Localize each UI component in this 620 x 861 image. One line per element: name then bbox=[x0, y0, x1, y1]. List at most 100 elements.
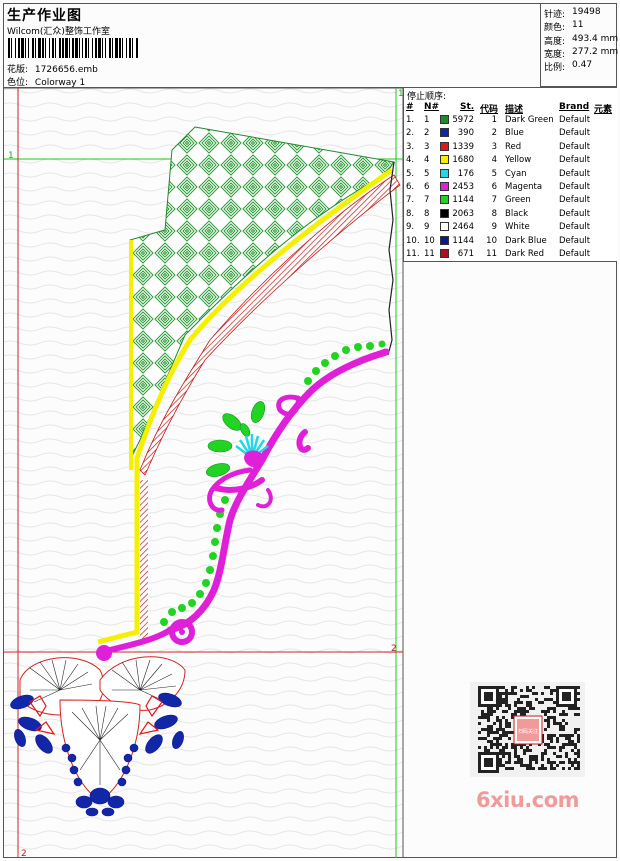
stop-row: 9. 9 2464 9 White Default bbox=[404, 222, 618, 235]
row-index: 11. bbox=[406, 249, 420, 259]
row-needle: 5 bbox=[424, 168, 430, 179]
color-swatch bbox=[440, 249, 449, 258]
row-brand: Default bbox=[559, 222, 591, 233]
row-code: 7 bbox=[491, 195, 497, 206]
column-header: 描述 bbox=[505, 105, 524, 115]
row-code: 10 bbox=[486, 235, 497, 246]
color-swatch bbox=[440, 182, 449, 191]
row-needle: 8 bbox=[424, 208, 430, 219]
row-code: 2 bbox=[491, 128, 497, 139]
row-needle: 2 bbox=[424, 128, 430, 139]
column-header: St. bbox=[460, 102, 475, 112]
row-needle: 11 bbox=[424, 249, 435, 259]
row-brand: Default bbox=[559, 182, 591, 192]
color-swatch bbox=[440, 115, 449, 124]
color-swatch bbox=[440, 222, 449, 232]
row-code: 6 bbox=[491, 182, 497, 192]
row-code: 11 bbox=[486, 249, 497, 259]
row-description: Red bbox=[505, 141, 522, 152]
stop-row: 1. 1 5972 1 Dark Green Default bbox=[404, 115, 618, 128]
guide-label: 1 bbox=[8, 151, 14, 161]
row-stitches: 1680 bbox=[452, 155, 474, 166]
row-brand: Default bbox=[559, 195, 591, 206]
row-brand: Default bbox=[559, 208, 591, 219]
row-index: 10. bbox=[406, 235, 420, 246]
row-description: Magenta bbox=[505, 182, 543, 192]
color-swatch bbox=[440, 208, 449, 218]
row-stitches: 1144 bbox=[452, 195, 474, 206]
row-description: Black bbox=[505, 208, 528, 219]
row-index: 2. bbox=[406, 128, 415, 139]
stop-row: 3. 3 1339 3 Red Default bbox=[404, 141, 618, 155]
satin-strip bbox=[140, 480, 148, 640]
column-header: # bbox=[406, 102, 414, 112]
column-header: Brand bbox=[559, 102, 590, 112]
row-needle: 7 bbox=[424, 195, 430, 206]
color-swatch bbox=[440, 168, 449, 178]
column-header: 元素 bbox=[594, 105, 613, 115]
row-index: 1. bbox=[406, 115, 415, 125]
color-swatch bbox=[440, 235, 449, 245]
row-needle: 4 bbox=[424, 155, 430, 166]
stop-row: 4. 4 1680 4 Yellow Default bbox=[404, 155, 618, 168]
production-worksheet: 生产作业图 Wilcom(汇众)整饰工作室 花版: 1726656.emb 色位… bbox=[0, 0, 620, 861]
row-index: 3. bbox=[406, 141, 415, 152]
row-stitches: 2464 bbox=[452, 222, 474, 233]
row-description: Yellow bbox=[505, 155, 532, 166]
color-swatch bbox=[440, 128, 449, 138]
row-brand: Default bbox=[559, 155, 591, 166]
row-description: Blue bbox=[505, 128, 524, 139]
stop-sequence-table: 停止顺序: # N# St. 代码 描述 Brand 元素 1. 1 5 9 7 2 1 Da… bbox=[403, 88, 617, 262]
row-brand: Default bbox=[559, 168, 591, 179]
row-code: 3 bbox=[491, 141, 497, 152]
row-brand: Default bbox=[559, 249, 591, 259]
color-swatch bbox=[440, 195, 449, 205]
stop-row: 8. 8 2063 8 Black Default bbox=[404, 208, 618, 222]
row-needle: 9 bbox=[424, 222, 430, 233]
row-needle: 6 bbox=[424, 182, 430, 192]
row-stitches: 1339 bbox=[452, 141, 474, 152]
row-index: 9. bbox=[406, 222, 415, 233]
row-stitches: 390 bbox=[457, 128, 474, 139]
qr-caption: 扫码关注 bbox=[518, 728, 538, 735]
color-swatch bbox=[440, 141, 449, 151]
row-code: 9 bbox=[491, 222, 497, 233]
row-needle: 1 bbox=[424, 115, 430, 125]
row-code: 5 bbox=[491, 168, 497, 179]
stop-row: 6. 6 2453 6 Magenta Default bbox=[404, 182, 618, 195]
guide-label: 2 bbox=[391, 644, 397, 654]
row-brand: Default bbox=[559, 128, 591, 139]
row-needle: 10 bbox=[424, 235, 435, 246]
row-needle: 3 bbox=[424, 141, 430, 152]
row-description: Dark Green bbox=[505, 115, 554, 125]
stop-row: 11. 11 671 11 Dark Red Default bbox=[404, 249, 618, 262]
color-swatch bbox=[440, 155, 449, 165]
row-brand: Default bbox=[559, 235, 591, 246]
column-header: N# bbox=[424, 102, 440, 112]
row-stitches: 1144 bbox=[452, 235, 474, 246]
row-brand: Default bbox=[559, 115, 591, 125]
row-description: White bbox=[505, 222, 530, 233]
stop-row: 7. 7 1144 7 Green Default bbox=[404, 195, 618, 208]
guide-label: 2 bbox=[21, 849, 27, 859]
magenta-scroll bbox=[179, 629, 185, 635]
row-stitches: 2453 bbox=[452, 182, 474, 192]
qr-code: 扫码关注 bbox=[478, 686, 580, 773]
row-code: 8 bbox=[491, 208, 497, 219]
site-watermark: 6xiu.com bbox=[476, 788, 580, 812]
qr-code-panel: 扫码关注 bbox=[470, 682, 585, 777]
row-index: 4. bbox=[406, 155, 415, 166]
row-brand: Default bbox=[559, 141, 591, 152]
row-description: Cyan bbox=[505, 168, 527, 179]
column-header: 代码 bbox=[480, 105, 499, 115]
row-description: Dark Blue bbox=[505, 235, 547, 246]
row-stitches: 2063 bbox=[452, 208, 474, 219]
row-code: 1 bbox=[491, 115, 497, 125]
row-index: 5. bbox=[406, 168, 415, 179]
row-index: 7. bbox=[406, 195, 415, 206]
stop-row: 10. 10 1144 10 Dark Blue Default bbox=[404, 235, 618, 249]
stop-sequence-title: 停止顺序: bbox=[407, 92, 447, 102]
row-index: 8. bbox=[406, 208, 415, 219]
row-stitches: 176 bbox=[457, 168, 474, 179]
row-stitches: 671 bbox=[457, 249, 474, 259]
